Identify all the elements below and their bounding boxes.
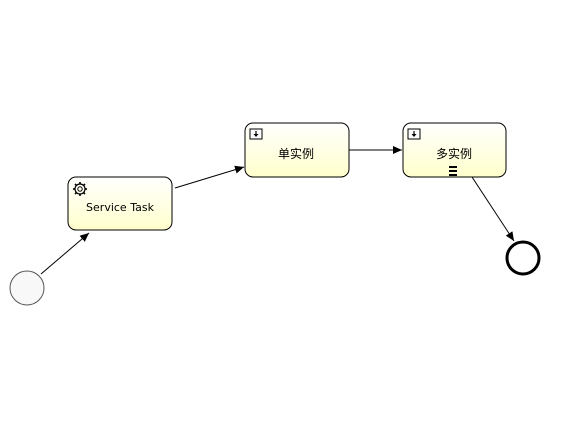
sequence-flow-start-to-service[interactable]	[40, 232, 90, 275]
service-task[interactable]: Service Task	[67, 176, 173, 231]
sequence-flow-service-to-single[interactable]	[174, 165, 245, 189]
single-instance-task[interactable]: 单实例	[244, 122, 350, 178]
call-activity-marker-icon	[407, 128, 421, 140]
multi-instance-task[interactable]: 多实例	[402, 122, 507, 178]
call-activity-marker-icon	[249, 128, 263, 140]
single-instance-task-label: 单实例	[278, 146, 314, 161]
sequential-multi-instance-icon	[449, 166, 457, 176]
bpmn-diagram-canvas: Service Task 单实例 多实例	[9, 122, 541, 306]
sequence-flow-multi-to-end[interactable]	[471, 176, 515, 242]
multi-instance-task-label: 多实例	[436, 146, 472, 161]
end-event[interactable]	[505, 240, 541, 276]
start-event[interactable]	[9, 270, 45, 306]
service-task-label: Service Task	[86, 201, 155, 214]
